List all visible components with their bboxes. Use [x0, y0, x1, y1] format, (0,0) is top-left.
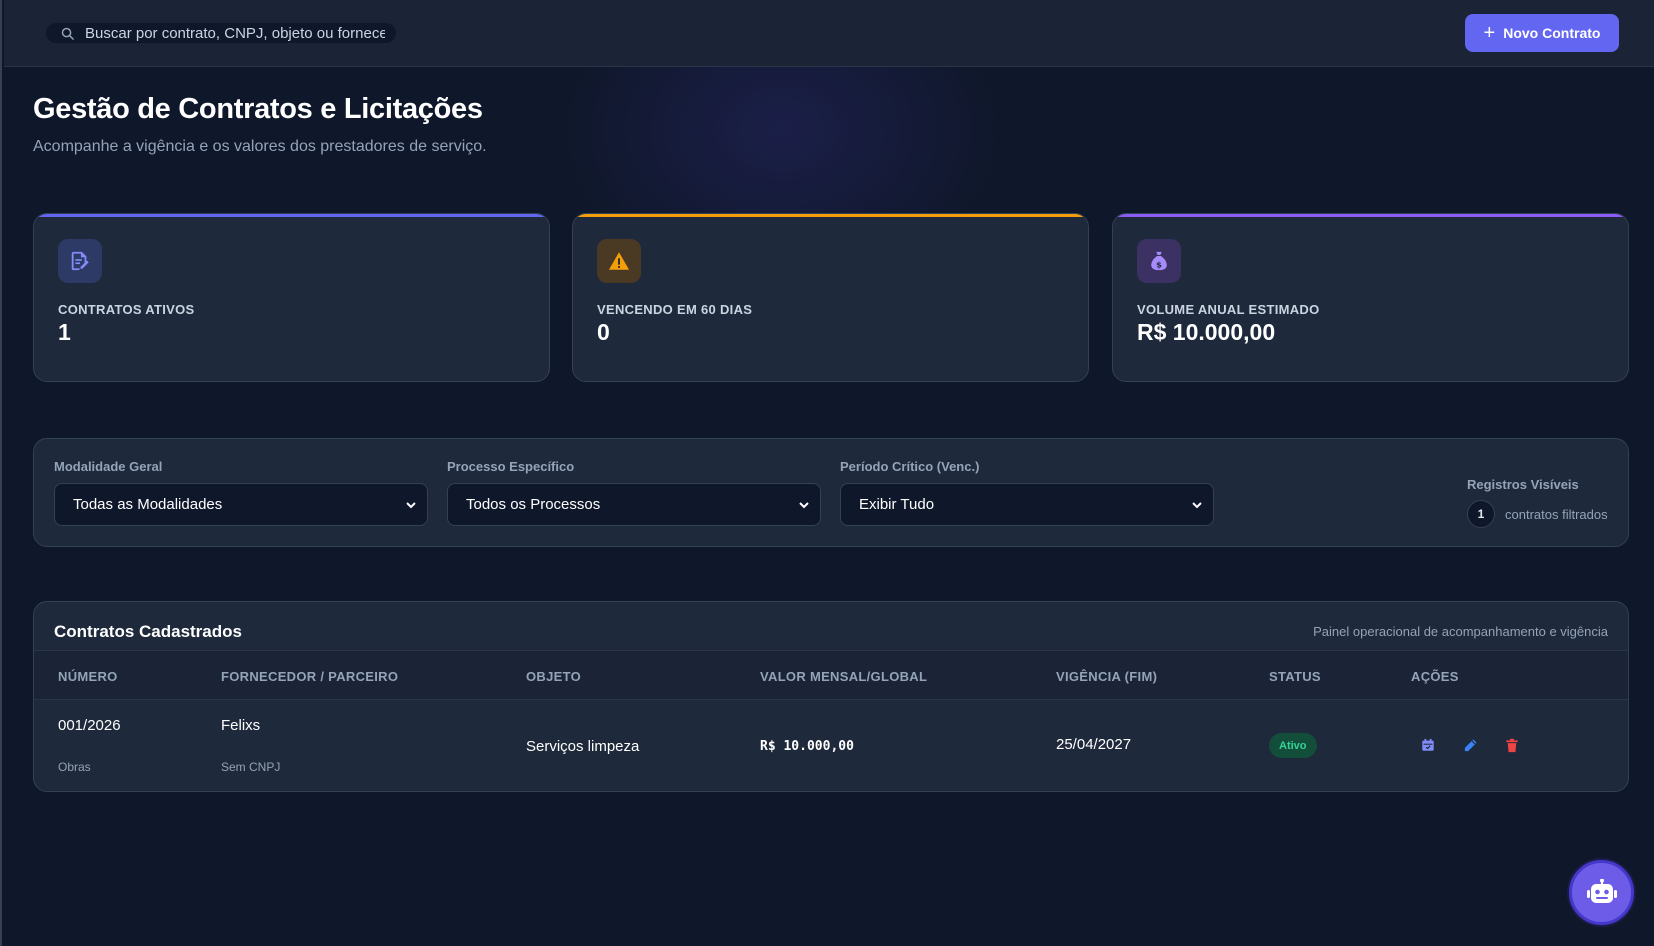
- calendar-icon[interactable]: [1418, 735, 1438, 755]
- stat-card-active-contracts: CONTRATOS ATIVOS 1: [33, 213, 550, 382]
- pencil-icon[interactable]: [1460, 735, 1480, 755]
- stat-card-expiring: VENCENDO EM 60 DIAS 0: [572, 213, 1089, 382]
- search-box[interactable]: [46, 23, 396, 43]
- trash-icon[interactable]: [1502, 735, 1522, 755]
- new-contract-button[interactable]: + Novo Contrato: [1465, 14, 1619, 52]
- search-input[interactable]: [85, 24, 385, 42]
- card-accent-bar: [573, 214, 1088, 217]
- stat-label: CONTRATOS ATIVOS: [58, 302, 195, 317]
- contracts-table-panel: Contratos Cadastrados Painel operacional…: [33, 601, 1629, 792]
- contract-modality: Obras: [58, 760, 91, 774]
- contract-object: Serviços limpeza: [526, 738, 640, 755]
- records-text: contratos filtrados: [1505, 506, 1608, 522]
- select-value: Todos os Processos: [466, 496, 601, 513]
- column-header: OBJETO: [526, 669, 582, 684]
- table-header: NÚMERO FORNECEDOR / PARCEIRO OBJETO VALO…: [34, 650, 1628, 700]
- filter-label: Modalidade Geral: [54, 459, 163, 474]
- table-note: Painel operacional de acompanhamento e v…: [1313, 624, 1608, 639]
- filters-panel: Modalidade Geral Todas as Modalidades Pr…: [33, 438, 1629, 547]
- column-header: FORNECEDOR / PARCEIRO: [221, 669, 399, 684]
- plus-icon: +: [1483, 22, 1496, 44]
- page-subtitle: Acompanhe a vigência e os valores dos pr…: [33, 138, 487, 155]
- column-header: STATUS: [1269, 669, 1321, 684]
- processo-select[interactable]: Todos os Processos: [447, 483, 821, 526]
- warning-icon: [597, 239, 641, 283]
- column-header: AÇÕES: [1411, 669, 1459, 684]
- search-icon: [61, 27, 74, 40]
- filter-label: Processo Específico: [447, 459, 575, 474]
- select-value: Exibir Tudo: [859, 496, 935, 513]
- stat-value: R$ 10.000,00: [1137, 319, 1276, 345]
- filter-modalidade: Modalidade Geral Todas as Modalidades: [54, 459, 428, 526]
- contract-number: 001/2026: [58, 717, 121, 734]
- money-bag-icon: $: [1137, 239, 1181, 283]
- periodo-select[interactable]: Exibir Tudo: [840, 483, 1214, 526]
- chevron-down-icon: [406, 501, 416, 508]
- stat-value: 0: [597, 319, 610, 345]
- status-badge: Ativo: [1269, 733, 1317, 758]
- visible-records: Registros Visíveis 1 contratos filtrados: [1467, 477, 1608, 528]
- records-count: 1: [1467, 500, 1495, 528]
- table-title: Contratos Cadastrados: [54, 622, 242, 641]
- modalidade-select[interactable]: Todas as Modalidades: [54, 483, 428, 526]
- table-row[interactable]: 001/2026 Obras Felixs Sem CNPJ Serviços …: [34, 700, 1628, 791]
- card-accent-bar: [1113, 214, 1628, 217]
- page-title: Gestão de Contratos e Licitações: [33, 93, 483, 125]
- assistant-button[interactable]: [1569, 860, 1634, 925]
- stat-card-annual-volume: $ VOLUME ANUAL ESTIMADO R$ 10.000,00: [1112, 213, 1629, 382]
- card-accent-bar: [34, 214, 549, 217]
- stat-label: VENCENDO EM 60 DIAS: [597, 302, 753, 317]
- chevron-down-icon: [1192, 501, 1202, 508]
- column-header: NÚMERO: [58, 669, 118, 684]
- column-header: VALOR MENSAL/GLOBAL: [760, 669, 928, 684]
- file-edit-icon: [58, 239, 102, 283]
- filter-periodo: Período Crítico (Venc.) Exibir Tudo: [840, 459, 1214, 526]
- stat-value: 1: [58, 319, 71, 345]
- supplier-name: Felixs: [221, 717, 261, 734]
- top-bar: + Novo Contrato: [4, 0, 1654, 67]
- supplier-cnpj: Sem CNPJ: [221, 760, 281, 774]
- robot-icon: [1586, 878, 1617, 903]
- new-contract-label: Novo Contrato: [1503, 25, 1601, 41]
- select-value: Todas as Modalidades: [73, 496, 223, 513]
- svg-text:$: $: [1156, 259, 1162, 269]
- records-label: Registros Visíveis: [1467, 477, 1579, 492]
- contract-end-date: 25/04/2027: [1056, 736, 1132, 753]
- contract-value: R$ 10.000,00: [760, 739, 854, 754]
- column-header: VIGÊNCIA (FIM): [1056, 669, 1158, 684]
- stat-label: VOLUME ANUAL ESTIMADO: [1137, 302, 1320, 317]
- filter-label: Período Crítico (Venc.): [840, 459, 980, 474]
- app-frame: + Novo Contrato Gestão de Contratos e Li…: [0, 0, 1654, 946]
- filter-processo: Processo Específico Todos os Processos: [447, 459, 821, 526]
- chevron-down-icon: [799, 501, 809, 508]
